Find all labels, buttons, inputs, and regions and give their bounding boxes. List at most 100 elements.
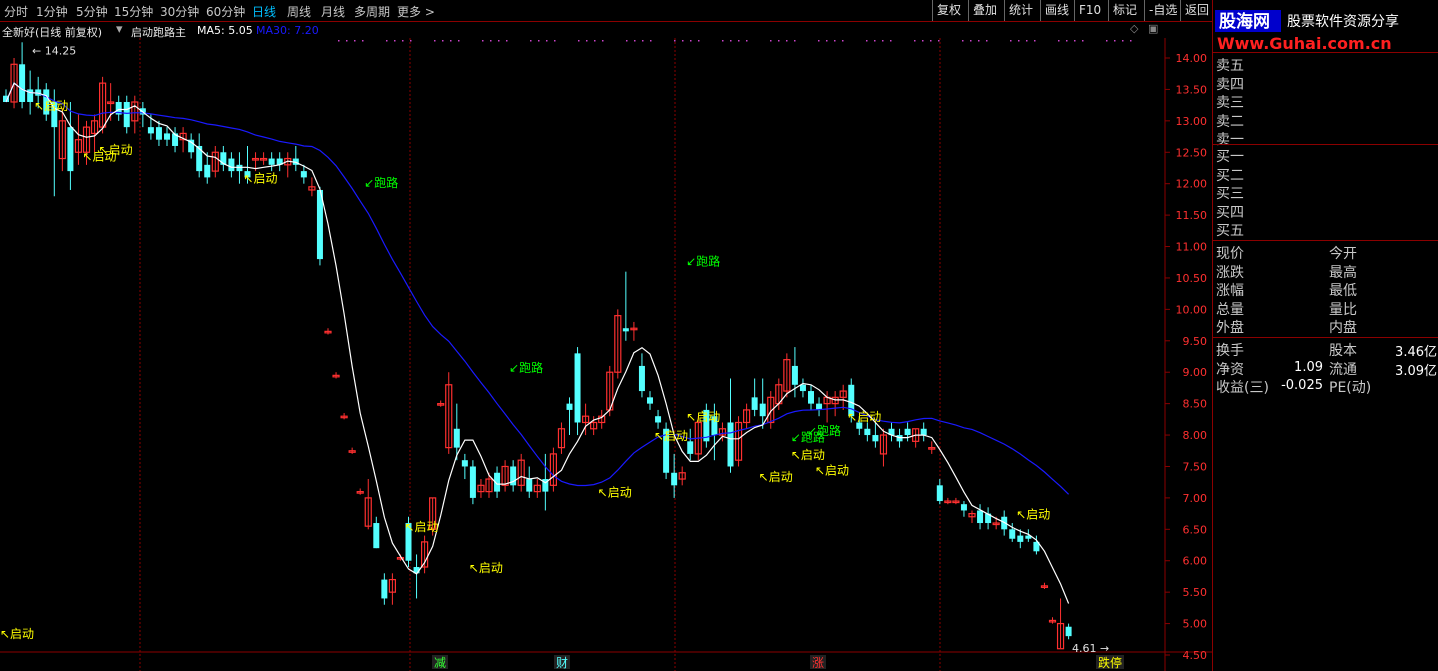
candle-body-81	[655, 416, 662, 423]
event-dot-938	[938, 40, 940, 42]
candle-body-28	[228, 158, 235, 172]
ytick-label-3: 12.50	[1176, 146, 1208, 159]
toolbar-button-5[interactable]: 标记	[1108, 0, 1145, 21]
toolbar-button-0[interactable]: 复权	[932, 0, 969, 21]
event-dot-730	[730, 40, 732, 42]
event-dot-362	[362, 40, 364, 42]
event-dot-882	[882, 40, 884, 42]
period-tab-2[interactable]: 5分钟	[76, 3, 108, 20]
event-dot-1122	[1122, 40, 1124, 42]
panel-divider-quote	[1213, 240, 1438, 241]
ytick-label-13: 7.50	[1183, 460, 1208, 473]
stat-label2-1: 流通	[1329, 361, 1357, 378]
event-dot-1058	[1058, 40, 1060, 42]
period-toolbar: 分时 1分钟 5分钟 15分钟 30分钟 60分钟 日线 周线 月线 多周期 更多 > 复权 叠加 统计画…	[0, 0, 1212, 22]
candle-body-83	[671, 472, 678, 486]
window-icon[interactable]: ▣	[1148, 22, 1158, 35]
event-dot-930	[930, 40, 932, 42]
candle-body-94	[759, 403, 766, 417]
event-dot-1114	[1114, 40, 1116, 42]
ask-label-0: 卖五	[1216, 58, 1244, 74]
panel-divider-book	[1213, 144, 1438, 145]
indicator-dropdown-icon[interactable]: ▾	[116, 22, 123, 37]
period-tab-4[interactable]: 30分钟	[160, 3, 199, 20]
logo-url: Www.Guhai.com.cn	[1217, 34, 1392, 52]
bid-label-3: 买四	[1216, 204, 1244, 221]
event-dot-978	[978, 40, 980, 42]
period-tab-10[interactable]: 更多 >	[397, 3, 435, 20]
quote-left-1: 涨跌	[1216, 264, 1244, 281]
quote-right-4: 内盘	[1329, 320, 1357, 336]
diamond-icon[interactable]: ◇	[1130, 22, 1138, 35]
ytick-label-17: 5.50	[1183, 586, 1208, 599]
event-dot-818	[818, 40, 820, 42]
candle-body-126	[1017, 535, 1024, 542]
candle-body-125	[1009, 529, 1016, 539]
toolbar-button-2[interactable]: 统计	[1004, 0, 1041, 21]
bid-label-1: 买二	[1216, 167, 1244, 184]
period-tab-6[interactable]: 日线	[252, 3, 276, 20]
event-dot-1130	[1130, 40, 1132, 42]
event-dot-738	[738, 40, 740, 42]
ytick-label-14: 7.00	[1183, 492, 1208, 505]
bottom-tag-0: 减	[434, 656, 446, 670]
buy-signal-8: ↖启动	[686, 410, 720, 424]
period-tab-5[interactable]: 60分钟	[206, 3, 245, 20]
stat-value2-1: 3.09亿	[1395, 363, 1437, 379]
quote-right-0: 今开	[1329, 246, 1357, 262]
candle-body-8	[67, 127, 74, 172]
candle-body-19	[155, 127, 162, 140]
event-dot-674	[674, 40, 676, 42]
stat-label2-0: 股本	[1329, 343, 1357, 359]
event-dot-386	[386, 40, 388, 42]
toolbar-button-7[interactable]: 返回	[1180, 0, 1213, 21]
candle-body-18	[147, 127, 154, 134]
toolbar-button-6[interactable]: -自选	[1144, 0, 1181, 21]
event-dot-778	[778, 40, 780, 42]
quote-left-2: 涨幅	[1216, 283, 1244, 299]
buy-signal-6: ↖启动	[598, 486, 632, 500]
event-dot-722	[722, 40, 724, 42]
event-dot-874	[874, 40, 876, 42]
buy-signal-10: ↖启动	[791, 448, 825, 462]
event-dot-586	[586, 40, 588, 42]
candle-body-112	[904, 428, 911, 436]
event-dot-1074	[1074, 40, 1076, 42]
ytick-label-7: 10.50	[1176, 272, 1208, 285]
buy-signal-11: ↖启动	[815, 464, 849, 478]
logo-text: 股海网	[1219, 11, 1270, 32]
ytick-label-4: 12.00	[1176, 178, 1208, 191]
ytick-label-11: 8.50	[1183, 398, 1208, 411]
event-dot-402	[402, 40, 404, 42]
indicator-info-bar: 全新好(日线 前复权) ▾ 启动跑路主 MA5: 5.05 MA30: 7.20…	[0, 22, 1165, 39]
stat-value-2: -0.025	[1281, 378, 1323, 393]
toolbar-button-1[interactable]: 叠加	[968, 0, 1005, 21]
candle-body-90	[727, 422, 734, 467]
event-dot-922	[922, 40, 924, 42]
event-dot-346	[346, 40, 348, 42]
toolbar-button-3[interactable]: 画线	[1040, 0, 1075, 21]
period-tab-9[interactable]: 多周期	[354, 3, 390, 20]
period-tab-0[interactable]: 分时	[4, 3, 28, 20]
event-dot-626	[626, 40, 628, 42]
event-dot-498	[498, 40, 500, 42]
event-dot-578	[578, 40, 580, 42]
quote-left-4: 外盘	[1216, 320, 1244, 336]
period-tab-8[interactable]: 月线	[321, 3, 345, 20]
ytick-label-1: 13.50	[1176, 83, 1208, 96]
bottom-tag-2: 涨	[812, 655, 824, 670]
period-tab-3[interactable]: 15分钟	[114, 3, 153, 20]
candle-body-121	[977, 510, 984, 524]
candle-body-29	[236, 164, 243, 172]
event-dot-698	[698, 40, 700, 42]
period-tab-7[interactable]: 周线	[287, 3, 311, 20]
toolbar-button-4[interactable]: F10	[1074, 0, 1109, 21]
bid-label-4: 买五	[1216, 223, 1244, 239]
candlestick-chart[interactable]: 14.00 13.50 13.00 12.50 12.00 11.50 11.00 10.50…	[0, 38, 1212, 671]
event-dot-442	[442, 40, 444, 42]
event-dot-834	[834, 40, 836, 42]
candle-body-2	[19, 64, 26, 102]
event-dot-642	[642, 40, 644, 42]
period-tab-1[interactable]: 1分钟	[36, 3, 68, 20]
event-dot-450	[450, 40, 452, 42]
